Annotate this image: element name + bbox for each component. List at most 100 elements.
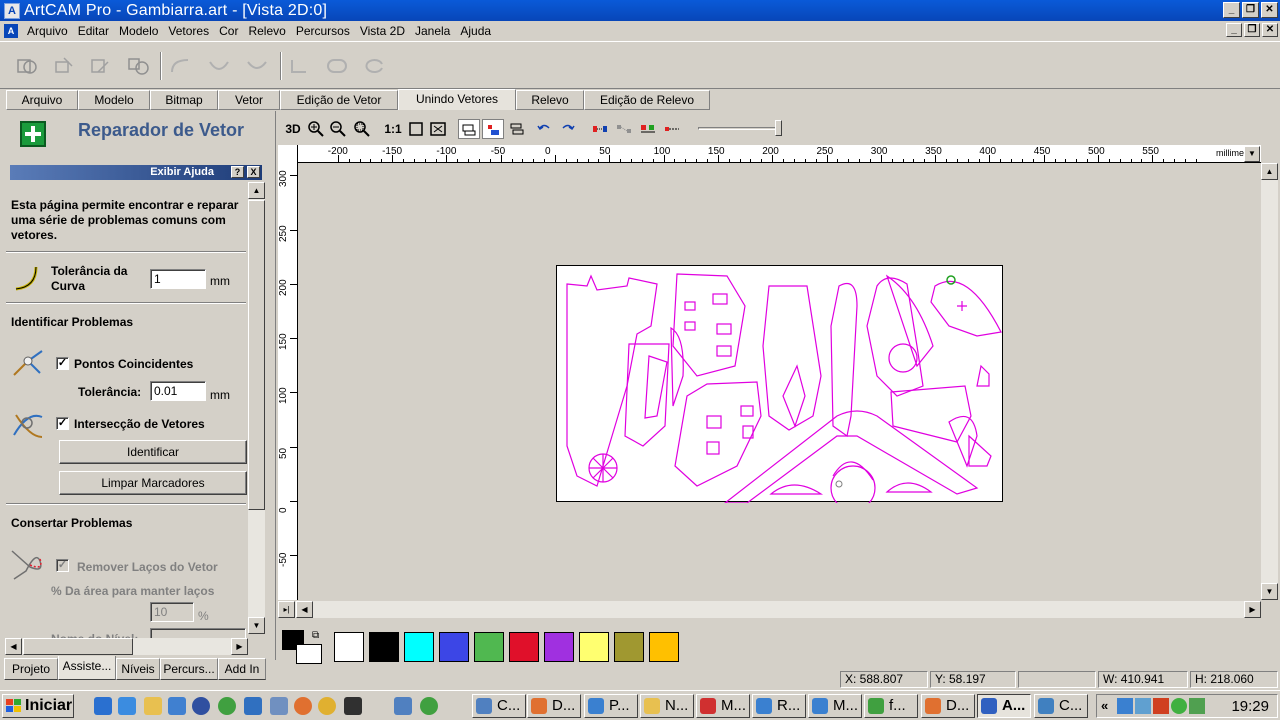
start-label[interactable]: Iniciar [25, 697, 72, 714]
join-vector-icon[interactable] [638, 119, 658, 139]
color-swatch[interactable] [579, 632, 609, 662]
primary-secondary-color-icon[interactable]: ⧉ [282, 630, 324, 664]
color-swatch[interactable] [404, 632, 434, 662]
taskbar-button[interactable]: D... [921, 694, 975, 718]
tray-monitor-icon[interactable] [1135, 698, 1151, 714]
canvas-scroll-down-icon[interactable]: ▼ [1261, 583, 1278, 600]
intersection-marker[interactable] [946, 275, 956, 285]
zoom-window-icon[interactable] [352, 119, 372, 139]
scroll-down-icon[interactable]: ▼ [248, 617, 265, 634]
h-scroll-thumb[interactable] [23, 638, 133, 655]
doc-restore-button[interactable]: ❐ [1244, 23, 1260, 37]
menu-ajuda[interactable]: Ajuda [455, 24, 496, 38]
messenger-icon[interactable] [218, 697, 236, 715]
menu-relevo[interactable]: Relevo [243, 24, 290, 38]
help-close-button[interactable]: X [247, 166, 260, 178]
intersection-checkbox[interactable]: ✓ [56, 417, 69, 430]
color-swatch[interactable] [439, 632, 469, 662]
vector-artwork[interactable] [557, 266, 1004, 511]
artcam-quick-icon[interactable] [244, 697, 262, 715]
menu-vetores[interactable]: Vetores [163, 24, 214, 38]
canvas-scroll-right-icon[interactable]: ▶ [1244, 601, 1261, 618]
doc-minimize-button[interactable]: _ [1226, 23, 1242, 37]
outlook-icon[interactable] [118, 697, 136, 715]
menu-arquivo[interactable]: Arquivo [22, 24, 73, 38]
color-swatch[interactable] [649, 632, 679, 662]
zoom-1to1-button[interactable]: 1:1 [382, 119, 404, 139]
tab-unindo-vetores[interactable]: Unindo Vetores [398, 89, 516, 110]
close-button[interactable]: ✕ [1261, 2, 1278, 18]
menu-vista2d[interactable]: Vista 2D [355, 24, 410, 38]
taskbar-button[interactable]: C... [472, 694, 526, 718]
minimize-button[interactable]: _ [1223, 2, 1240, 18]
canvas-scroll-left-icon[interactable]: ◀ [296, 601, 313, 618]
identify-button[interactable]: Identificar [59, 440, 247, 464]
media-player-icon[interactable] [192, 697, 210, 715]
remove-loops-checkbox[interactable]: ✓ [56, 559, 69, 572]
overlap-icon[interactable] [126, 54, 152, 78]
show-vectors-icon[interactable] [482, 119, 504, 139]
canvas-vertical-scrollbar[interactable]: ▲ ▼ [1261, 163, 1278, 600]
tray-security-icon[interactable] [1153, 698, 1169, 714]
network-icon[interactable] [168, 697, 186, 715]
view-3d-button[interactable]: 3D [282, 119, 304, 139]
zoom-slider-track[interactable] [698, 127, 780, 130]
tab-arquivo[interactable]: Arquivo [6, 90, 78, 110]
color-swatch[interactable] [614, 632, 644, 662]
menu-modelo[interactable]: Modelo [114, 24, 163, 38]
start-button[interactable]: Iniciar [2, 694, 74, 718]
clear-markers-button[interactable]: Limpar Marcadores [59, 471, 247, 495]
2d-view-canvas[interactable] [298, 163, 1261, 600]
chamfer-icon[interactable] [206, 54, 232, 78]
scroll-right-icon[interactable]: ▶ [231, 638, 248, 655]
offset-icon[interactable] [286, 54, 312, 78]
coincident-points-checkbox[interactable]: ✓ [56, 357, 69, 370]
taskbar-button[interactable]: N... [640, 694, 694, 718]
help-label[interactable]: Exibir Ajuda [150, 166, 214, 178]
curve-tolerance-input[interactable]: 1 [150, 269, 206, 289]
taskbar-button[interactable]: C... [1034, 694, 1088, 718]
canvas-horizontal-scrollbar[interactable]: ▸| ◀ ▶ [278, 601, 1261, 618]
show-relief-icon[interactable] [506, 119, 528, 139]
coincident-marker[interactable] [835, 480, 843, 488]
tolerance-input[interactable]: 0.01 [150, 381, 206, 401]
zoom-out-icon[interactable] [328, 119, 348, 139]
scroll-up-icon[interactable]: ▲ [248, 182, 265, 199]
document-icon[interactable]: A [4, 23, 18, 38]
tab-relevo[interactable]: Relevo [516, 90, 584, 110]
tab-edicao-de-relevo[interactable]: Edição de Relevo [584, 90, 710, 110]
node-edit-icon[interactable] [614, 119, 634, 139]
smooth-icon[interactable] [244, 54, 270, 78]
color-swatch[interactable] [544, 632, 574, 662]
tab-bitmap[interactable]: Bitmap [150, 90, 218, 110]
tab-modelo[interactable]: Modelo [78, 90, 150, 110]
area-input[interactable]: 10 [150, 602, 194, 622]
canvas-pan-icon[interactable]: ▸| [278, 601, 295, 618]
artcam-app-icon[interactable]: A [4, 2, 20, 19]
split-vector-icon[interactable] [590, 119, 610, 139]
zoom-in-icon[interactable] [306, 119, 326, 139]
panel-vertical-scrollbar[interactable]: ▲ ▼ [248, 182, 265, 634]
taskbar-button[interactable]: M... [696, 694, 750, 718]
model-sheet[interactable] [556, 265, 1004, 511]
car-app-icon[interactable] [344, 697, 362, 715]
zoom-slider-thumb[interactable] [775, 120, 782, 136]
tab-vetor[interactable]: Vetor [218, 90, 280, 110]
taskbar-button[interactable]: M... [808, 694, 862, 718]
scroll-left-icon[interactable]: ◀ [5, 638, 22, 655]
help-question-button[interactable]: ? [231, 166, 244, 178]
notepad-icon[interactable] [270, 697, 288, 715]
taskbar-button[interactable]: R... [752, 694, 806, 718]
taskbar-button[interactable]: D... [527, 694, 581, 718]
color-swatch[interactable] [474, 632, 504, 662]
color-swatch[interactable] [334, 632, 364, 662]
folder-icon[interactable] [144, 697, 162, 715]
panel-horizontal-scrollbar[interactable]: ◀ ▶ [5, 638, 248, 655]
firefox-icon[interactable] [294, 697, 312, 715]
restore-button[interactable]: ❐ [1242, 2, 1259, 18]
tray-expand-icon[interactable]: « [1101, 698, 1108, 713]
doc-close-button[interactable]: ✕ [1262, 23, 1278, 37]
clock[interactable]: 19:29 [1231, 698, 1269, 715]
zoom-page-icon[interactable] [406, 119, 426, 139]
color-swatch[interactable] [369, 632, 399, 662]
